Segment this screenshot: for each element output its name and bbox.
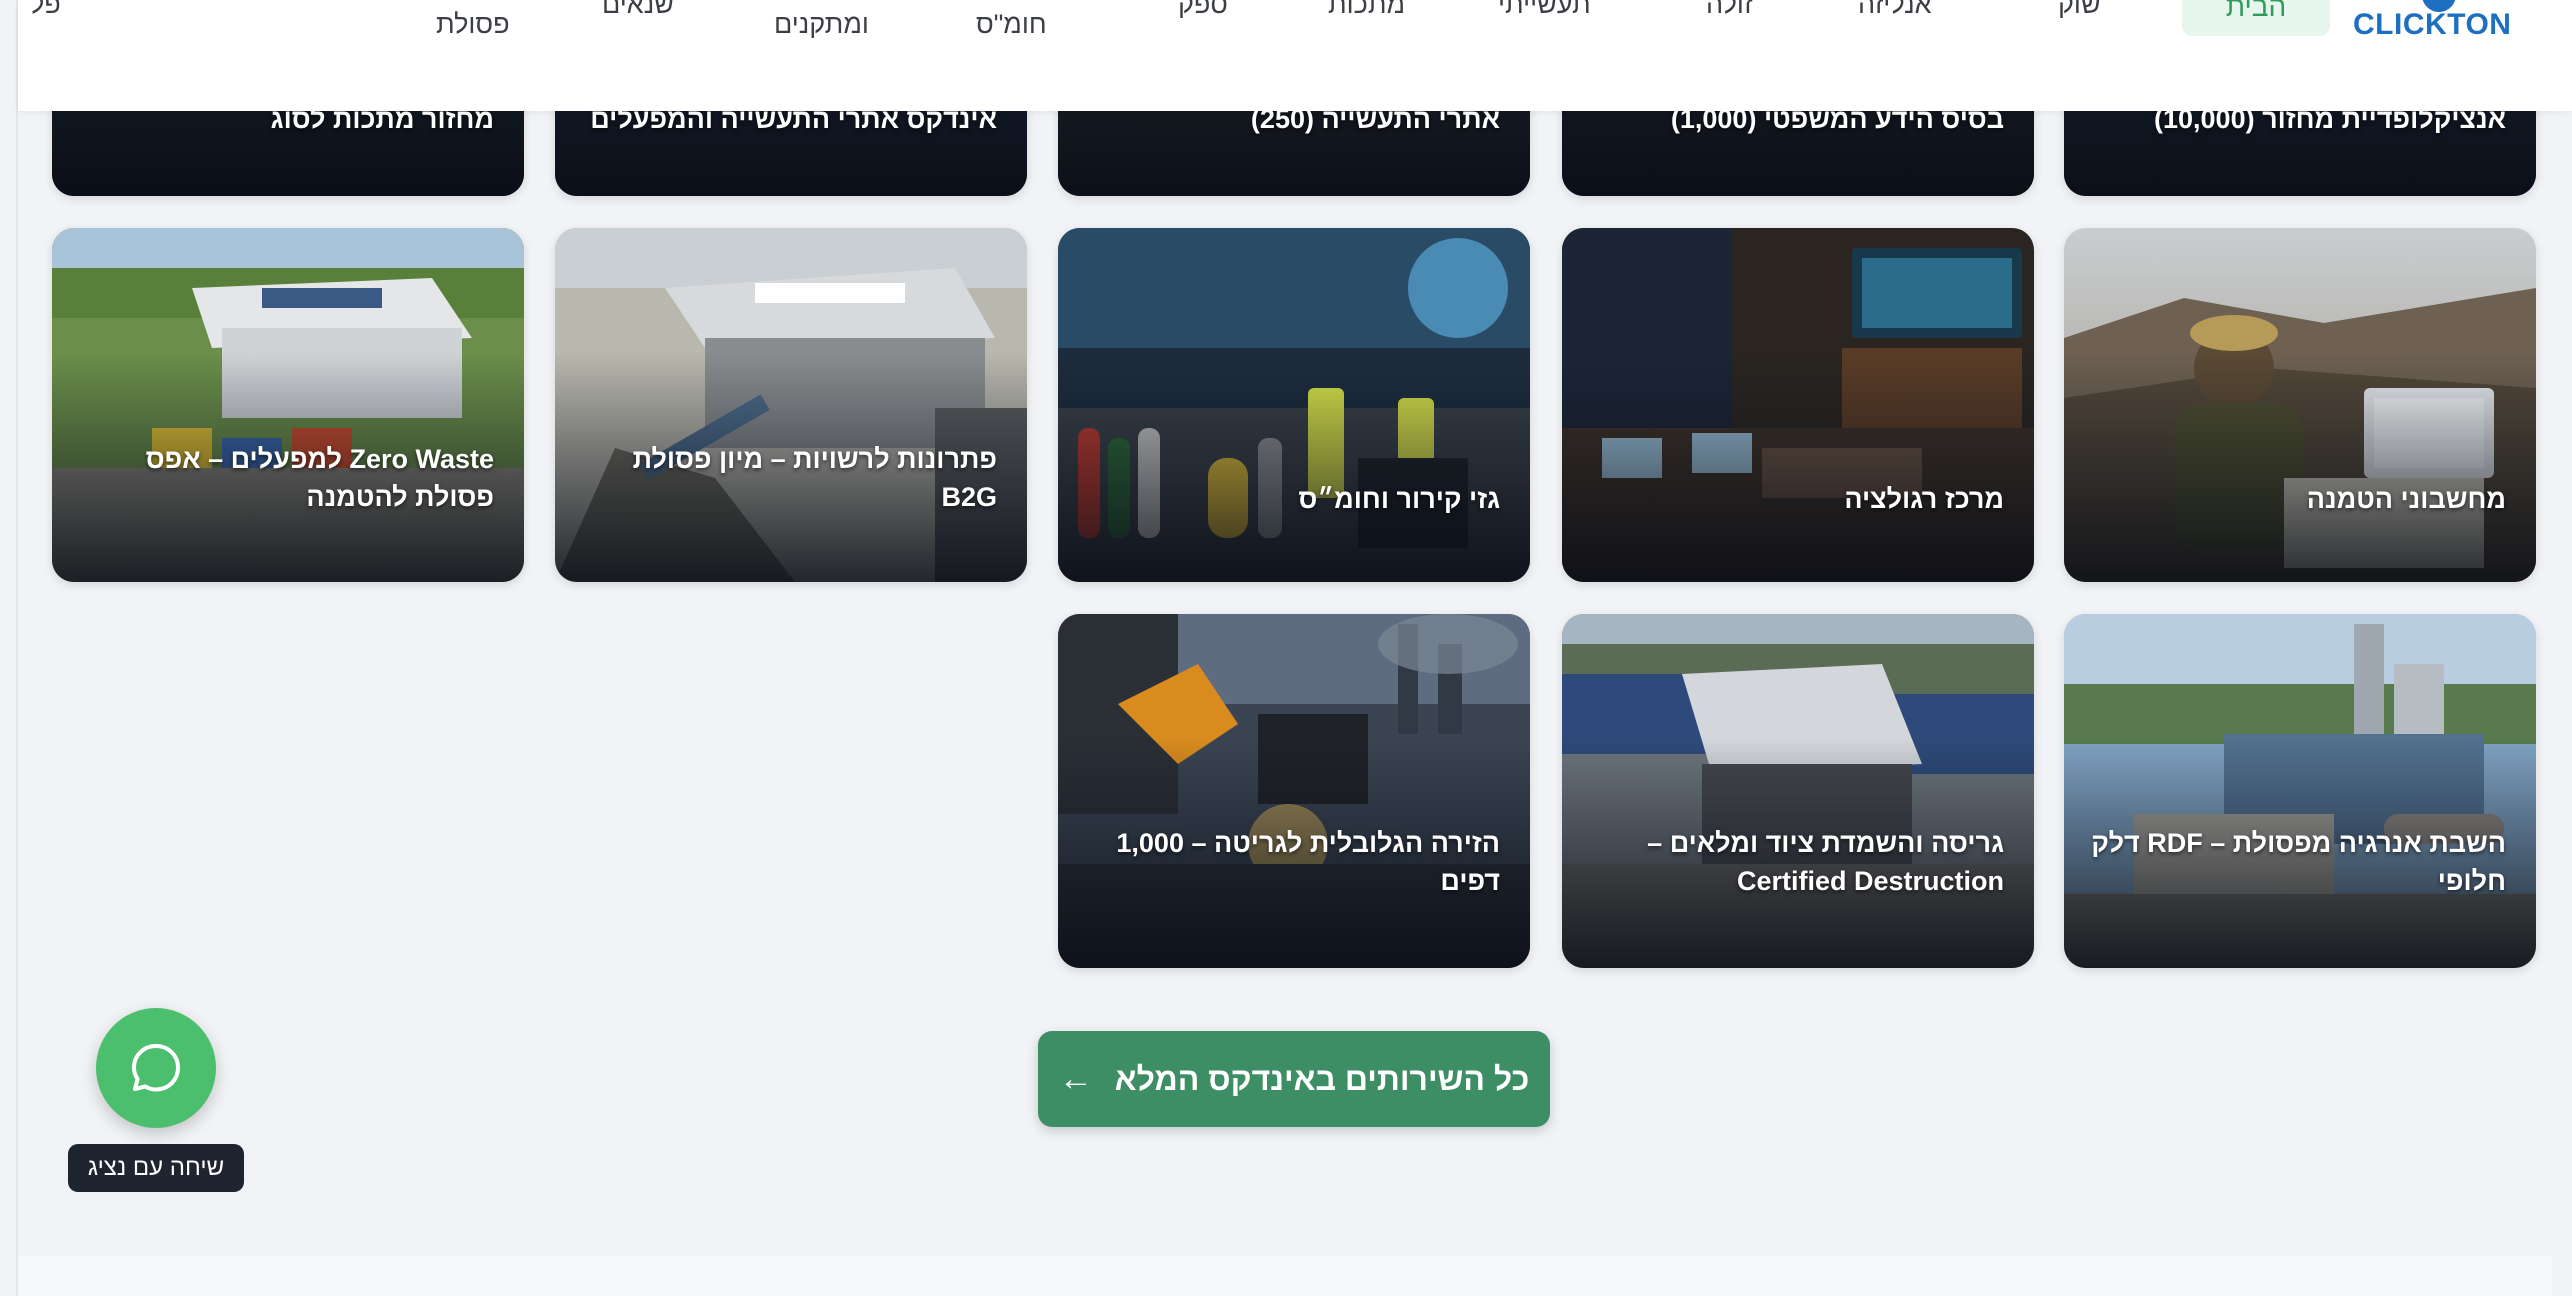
site-logo[interactable]: CLICKTON bbox=[2353, 8, 2511, 42]
card-title: גזי קירור וחומ״ס bbox=[1298, 484, 1500, 514]
card-title: פתרונות לרשויות – מיון פסולת B2G bbox=[632, 444, 997, 512]
nav-item-analysis[interactable]: אנליזה bbox=[1858, 0, 1932, 20]
nav-item-waste[interactable]: פסולת bbox=[436, 8, 510, 40]
nav-item-metals[interactable]: מתכות bbox=[1328, 0, 1405, 20]
nav-item-cheap[interactable]: זולה bbox=[1706, 0, 1753, 20]
whatsapp-icon bbox=[132, 1044, 180, 1092]
card-title: Zero Waste למפעלים – אפס פסולת להטמנה bbox=[145, 444, 494, 512]
service-card-zero-waste[interactable]: Zero Waste למפעלים – אפס פסולת להטמנה bbox=[52, 228, 524, 582]
service-card-municipal-b2g[interactable]: פתרונות לרשויות – מיון פסולת B2G bbox=[555, 228, 1027, 582]
whatsapp-chat-label: שיחה עם נציג bbox=[68, 1144, 244, 1192]
card-title: גריסה והשמדת ציוד ומלאים – Certified Des… bbox=[1647, 828, 2004, 896]
service-card-rdf[interactable]: השבת אנרגיה מפסולת – RDF דלק חלופי bbox=[2064, 614, 2536, 968]
card-title: הזירה הגלובלית לגריטה – 1,000 דפים bbox=[1116, 828, 1500, 896]
arrow-left-icon: ← bbox=[1058, 1060, 1093, 1098]
nav-item-transformers[interactable]: שנאים bbox=[602, 0, 674, 20]
all-services-button[interactable]: כל השירותים באינדקס המלא ← bbox=[1038, 1031, 1550, 1127]
top-navigation: CLICKTON הבית שוק אנליזה זולה תעשייתי מת… bbox=[18, 0, 2572, 111]
nav-item-supplier[interactable]: ספק bbox=[1178, 0, 1228, 20]
nav-item-industrial[interactable]: תעשייתי bbox=[1498, 0, 1591, 20]
nav-item-home[interactable]: הבית bbox=[2182, 0, 2330, 36]
whatsapp-chat-button[interactable] bbox=[96, 1008, 216, 1128]
service-card-landfill-calculators[interactable]: מחשבוני הטמנה bbox=[2064, 228, 2536, 582]
service-card-regulation-center[interactable]: מרכז רגולציה bbox=[1562, 228, 2034, 582]
service-card-global-scrap-arena[interactable]: הזירה הגלובלית לגריטה – 1,000 דפים bbox=[1058, 614, 1530, 968]
nav-item-market[interactable]: שוק bbox=[2058, 0, 2101, 20]
nav-item-hazmat[interactable]: חומ"ס bbox=[976, 8, 1047, 40]
card-title: מחשבוני הטמנה bbox=[2306, 484, 2506, 514]
card-title: השבת אנרגיה מפסולת – RDF דלק חלופי bbox=[2091, 828, 2506, 896]
service-card-refrigerant-gases[interactable]: גזי קירור וחומ״ס bbox=[1058, 228, 1530, 582]
card-title: מרכז רגולציה bbox=[1844, 484, 2004, 514]
scrollbar-track[interactable] bbox=[2552, 0, 2572, 1296]
service-card-certified-destruction[interactable]: גריסה והשמדת ציוד ומלאים – Certified Des… bbox=[1562, 614, 2034, 968]
nav-item-facilities[interactable]: ומתקנים bbox=[774, 8, 869, 40]
footer-band bbox=[18, 1256, 2572, 1296]
all-services-button-label: כל השירותים באינדקס המלא bbox=[1114, 1060, 1530, 1097]
nav-item-cut[interactable]: פל bbox=[30, 0, 61, 20]
